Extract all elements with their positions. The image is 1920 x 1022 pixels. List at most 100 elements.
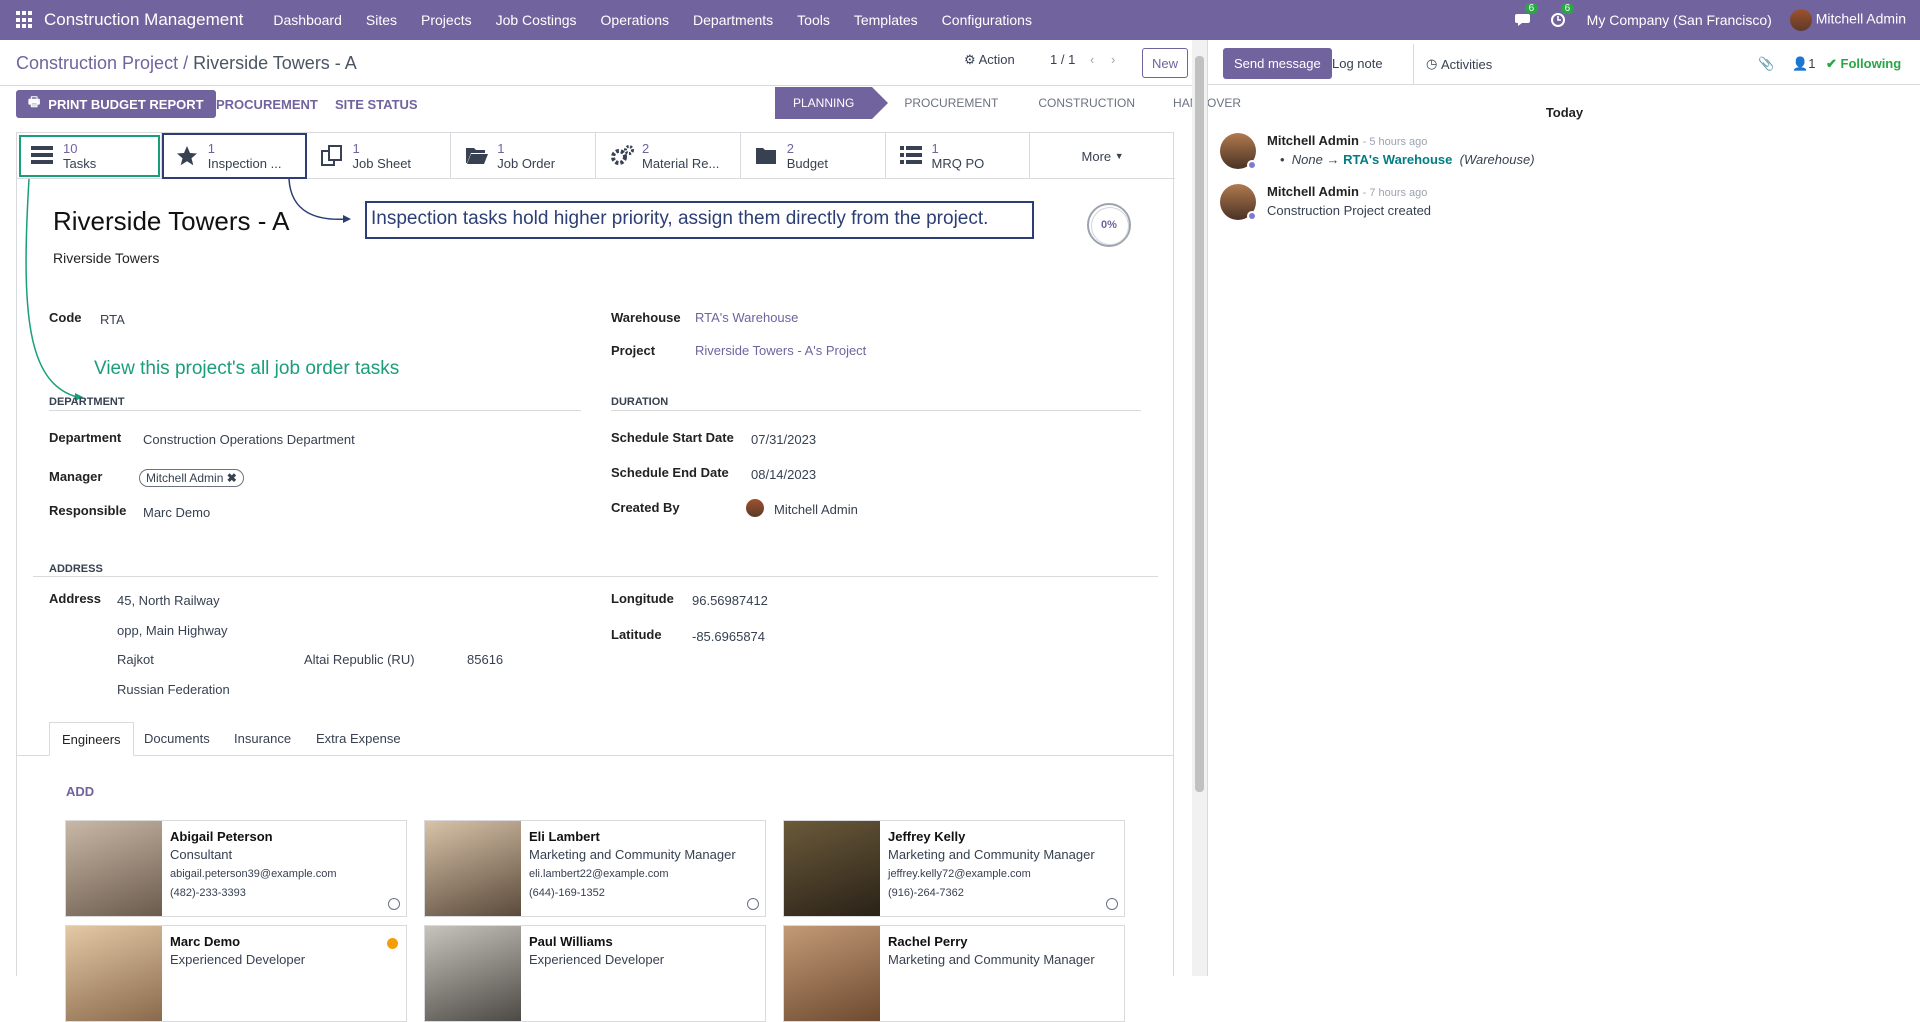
send-message-button[interactable]: Send message xyxy=(1223,48,1332,79)
latitude-field[interactable]: -85.6965874 xyxy=(692,629,765,644)
scrollbar-thumb[interactable] xyxy=(1195,56,1204,792)
department-field[interactable]: Construction Operations Department xyxy=(143,432,355,447)
engineer-card[interactable]: Jeffrey Kelly Marketing and Community Ma… xyxy=(783,820,1125,917)
new-button[interactable]: New xyxy=(1142,48,1188,78)
menu-job-costings[interactable]: Job Costings xyxy=(496,12,577,28)
menu-sites[interactable]: Sites xyxy=(366,12,397,28)
stage-procurement[interactable]: PROCUREMENT xyxy=(872,87,1016,119)
chatter-divider xyxy=(1208,84,1920,85)
pager-prev-icon[interactable]: ‹ xyxy=(1090,52,1094,67)
mrq-po-smart-button[interactable]: 1 MRQ PO xyxy=(886,133,1031,179)
address-divider xyxy=(33,576,1158,577)
remove-tag-icon[interactable]: ✖ xyxy=(227,471,237,485)
mrq-po-label: MRQ PO xyxy=(931,155,985,171)
action-menu[interactable]: ⚙ Action xyxy=(964,52,1015,68)
user-menu[interactable]: Mitchell Admin xyxy=(1789,9,1906,31)
message-author[interactable]: Mitchell Admin xyxy=(1267,133,1359,148)
manager-label: Manager xyxy=(49,469,103,484)
company-switcher[interactable]: My Company (San Francisco) xyxy=(1587,12,1772,28)
activities-clock-icon[interactable]: 6 xyxy=(1550,3,1575,29)
paperclip-icon[interactable]: 📎 xyxy=(1758,48,1774,79)
schedule-start-field[interactable]: 07/31/2023 xyxy=(751,432,816,447)
menu-projects[interactable]: Projects xyxy=(421,12,472,28)
street-field[interactable]: 45, North Railway xyxy=(117,593,220,608)
job-order-smart-button[interactable]: 1 Job Order xyxy=(451,133,596,179)
tab-insurance[interactable]: Insurance xyxy=(222,722,303,756)
message-author[interactable]: Mitchell Admin xyxy=(1267,184,1359,199)
project-label: Project xyxy=(611,343,656,358)
procurement-button[interactable]: PROCUREMENT xyxy=(216,90,318,118)
stage-construction[interactable]: CONSTRUCTION xyxy=(1016,87,1153,119)
street2-field[interactable]: opp, Main Highway xyxy=(117,623,228,638)
code-field[interactable]: RTA xyxy=(100,312,125,327)
record-title[interactable]: Riverside Towers - A xyxy=(53,206,290,237)
activities-count-badge: 6 xyxy=(1560,3,1575,14)
menu-departments[interactable]: Departments xyxy=(693,12,773,28)
material-request-count: 2 xyxy=(642,140,650,156)
annotation-arrows xyxy=(25,178,351,401)
engineer-card[interactable]: Eli Lambert Marketing and Community Mana… xyxy=(424,820,766,917)
tasks-count: 10 xyxy=(63,140,78,156)
activity-clock-icon[interactable] xyxy=(1106,898,1118,910)
engineer-card[interactable]: Abigail Peterson Consultant abigail.pete… xyxy=(65,820,407,917)
menu-dashboard[interactable]: Dashboard xyxy=(273,12,342,28)
chatter-message: Mitchell Admin - 7 hours ago Constructio… xyxy=(1220,184,1900,224)
warehouse-link[interactable]: RTA's Warehouse xyxy=(695,310,798,325)
tab-engineers[interactable]: Engineers xyxy=(49,722,134,756)
following-button[interactable]: ✔ Following xyxy=(1826,48,1901,79)
form-scrollbar[interactable] xyxy=(1192,40,1207,976)
engineer-card[interactable]: Paul Williams Experienced Developer xyxy=(424,925,766,1022)
engineer-job: Marketing and Community Manager xyxy=(888,952,1095,967)
add-engineer-button[interactable]: ADD xyxy=(66,784,94,799)
followers-button[interactable]: 👤 1 xyxy=(1792,48,1815,79)
menu-operations[interactable]: Operations xyxy=(601,12,669,28)
project-link[interactable]: Riverside Towers - A's Project xyxy=(695,343,866,358)
material-request-smart-button[interactable]: 2 Material Re... xyxy=(596,133,741,179)
menu-tools[interactable]: Tools xyxy=(797,12,830,28)
tab-extra-expense[interactable]: Extra Expense xyxy=(304,722,413,756)
engineer-job: Experienced Developer xyxy=(529,952,665,967)
messages-icon[interactable]: 6 xyxy=(1514,3,1539,29)
chatter-panel: Send message Log note ◷ Activities 📎 👤 1 … xyxy=(1207,40,1920,976)
inspection-smart-button[interactable]: 1 Inspection ... xyxy=(161,133,307,179)
budget-smart-button[interactable]: 2 Budget xyxy=(741,133,886,179)
engineer-card[interactable]: Marc Demo Experienced Developer xyxy=(65,925,407,1022)
more-button[interactable]: More ▼ xyxy=(1030,133,1175,179)
date-separator: Today xyxy=(1545,105,1584,120)
app-brand[interactable]: Construction Management xyxy=(44,10,243,30)
menu-templates[interactable]: Templates xyxy=(854,12,918,28)
activities-button[interactable]: ◷ Activities xyxy=(1413,44,1492,84)
city-field[interactable]: Rajkot xyxy=(117,652,154,667)
zip-field[interactable]: 85616 xyxy=(467,652,503,667)
country-field[interactable]: Russian Federation xyxy=(117,682,230,697)
schedule-end-field[interactable]: 08/14/2023 xyxy=(751,467,816,482)
apps-menu-icon[interactable] xyxy=(16,11,34,29)
engineer-card[interactable]: Rachel Perry Marketing and Community Man… xyxy=(783,925,1125,1022)
following-label: Following xyxy=(1840,56,1902,71)
activities-label: Activities xyxy=(1440,56,1493,72)
engineer-phone: (644)-169-1352 xyxy=(529,887,605,899)
log-note-button[interactable]: Log note xyxy=(1332,48,1383,79)
inspection-count: 1 xyxy=(207,140,215,156)
tasks-smart-button[interactable]: 10 Tasks xyxy=(17,133,162,179)
breadcrumb-parent[interactable]: Construction Project xyxy=(16,53,178,73)
responsible-field[interactable]: Marc Demo xyxy=(143,505,210,520)
print-budget-report-button[interactable]: 🖶 PRINT BUDGET REPORT xyxy=(16,90,216,118)
tab-documents[interactable]: Documents xyxy=(132,722,222,756)
activity-clock-icon[interactable] xyxy=(747,898,759,910)
stage-planning[interactable]: PLANNING xyxy=(775,87,889,119)
address-label: Address xyxy=(49,591,102,606)
activity-clock-icon[interactable] xyxy=(388,898,400,910)
job-order-count: 1 xyxy=(497,140,505,156)
record-subtitle[interactable]: Riverside Towers xyxy=(53,250,159,266)
job-order-label: Job Order xyxy=(497,155,556,171)
job-sheet-smart-button[interactable]: 1 Job Sheet xyxy=(307,133,452,179)
longitude-field[interactable]: 96.56987412 xyxy=(692,593,768,608)
site-status-button[interactable]: SITE STATUS xyxy=(335,90,418,118)
manager-tag[interactable]: Mitchell Admin ✖ xyxy=(139,469,244,487)
state-field[interactable]: Altai Republic (RU) xyxy=(304,652,415,667)
pager-next-icon[interactable]: › xyxy=(1111,52,1115,67)
field-name: (Warehouse) xyxy=(1459,152,1535,167)
menu-configurations[interactable]: Configurations xyxy=(942,12,1032,28)
pager-value[interactable]: 1 / 1 xyxy=(1050,52,1075,67)
